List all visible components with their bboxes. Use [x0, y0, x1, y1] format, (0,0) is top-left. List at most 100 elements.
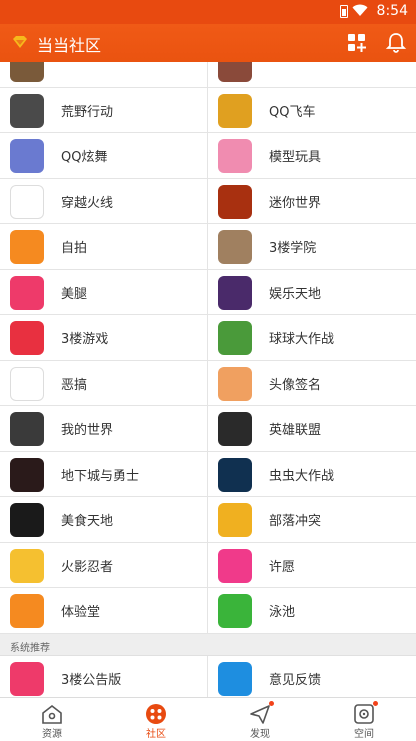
- board-row: 美腿 娱乐天地: [0, 269, 416, 315]
- leg-icon: [10, 275, 44, 310]
- board-row: QQ炫舞 模型玩具: [0, 133, 416, 179]
- board-item[interactable]: 泳池: [208, 588, 416, 633]
- community-icon: [146, 704, 166, 724]
- status-time: 8:54: [376, 3, 408, 19]
- board-item[interactable]: [208, 62, 416, 87]
- tab-label: 社区: [146, 729, 166, 740]
- board-item[interactable]: 球球大作战: [208, 315, 416, 360]
- board-item-label: 许愿: [269, 559, 296, 575]
- board-item[interactable]: 体验堂: [0, 588, 208, 633]
- notification-dot: [269, 701, 274, 706]
- add-board-icon[interactable]: [345, 31, 369, 55]
- dancer-game-icon: [10, 139, 44, 173]
- status-bar: 8:54: [0, 0, 416, 24]
- board-item-label: QQ飞车: [269, 104, 316, 120]
- tab-discover[interactable]: 发现: [208, 698, 312, 741]
- board-item[interactable]: 自拍: [0, 224, 208, 269]
- home-icon: [42, 704, 62, 724]
- tab-label: 资源: [42, 729, 62, 740]
- board-item[interactable]: 意见反馈: [208, 656, 416, 698]
- board-row: 地下城与勇士 虫虫大作战: [0, 451, 416, 497]
- board-item[interactable]: 头像签名: [208, 361, 416, 406]
- board-item-label: 英雄联盟: [269, 423, 322, 438]
- board-item-label: 意见反馈: [269, 672, 322, 688]
- board-item[interactable]: 虫虫大作战: [208, 452, 416, 497]
- board-item-label: 泳池: [269, 605, 296, 620]
- board-item[interactable]: 英雄联盟: [208, 406, 416, 451]
- board-item[interactable]: 美腿: [0, 269, 208, 315]
- board-item[interactable]: 火影忍者: [0, 542, 208, 588]
- board-item[interactable]: 荒野行动: [0, 87, 208, 133]
- board-item[interactable]: 模型玩具: [208, 133, 416, 178]
- meme-face-icon: [10, 366, 44, 401]
- discover-icon: [250, 705, 270, 724]
- board-item[interactable]: 穿越火线: [0, 178, 208, 224]
- app-bar: 当当社区: [0, 24, 416, 62]
- board-row: 3楼游戏 球球大作战: [0, 315, 416, 361]
- board-item[interactable]: 3楼公告版: [0, 655, 208, 697]
- page-title: 当当社区: [37, 36, 102, 55]
- mini-world-icon: [218, 184, 252, 219]
- board-item[interactable]: 迷你世界: [208, 179, 416, 224]
- board-item-label: 穿越火线: [61, 195, 114, 211]
- board-row: 美食天地 部落冲突: [0, 497, 416, 543]
- bell-icon[interactable]: [384, 31, 408, 55]
- board-item[interactable]: 许愿: [208, 543, 416, 588]
- board-item[interactable]: QQ飞车: [208, 88, 416, 133]
- board-row: 体验堂 泳池: [0, 588, 416, 634]
- board-item-label: QQ炫舞: [61, 150, 108, 165]
- board-item-label: 3楼公告版: [61, 672, 122, 688]
- tab-resources[interactable]: 资源: [0, 698, 104, 741]
- lifebuoy-icon: [218, 594, 252, 628]
- board-item-label: 自拍: [61, 241, 88, 256]
- wifi-icon: [352, 4, 368, 16]
- board-item[interactable]: QQ炫舞: [0, 133, 208, 178]
- camera-icon: [10, 230, 44, 264]
- mail-icon: [218, 661, 252, 696]
- battery-icon: [340, 5, 348, 18]
- board-item-label: 恶搞: [61, 377, 88, 393]
- eyeball-icon: [218, 457, 252, 492]
- game-cover-icon: [10, 62, 44, 82]
- notification-dot: [373, 701, 378, 706]
- board-item-label: 火影忍者: [61, 559, 114, 575]
- board-row: 荒野行动 QQ飞车: [0, 87, 416, 133]
- board-item-label: 美食天地: [61, 514, 114, 529]
- board-row: 自拍 3楼学院: [0, 224, 416, 270]
- board-item[interactable]: 恶搞: [0, 360, 208, 406]
- board-item-label: 部落冲突: [269, 514, 322, 529]
- lol-logo-icon: [218, 412, 252, 446]
- board-item-label: 娱乐天地: [269, 286, 322, 302]
- board-list[interactable]: 荒野行动 QQ飞车 QQ炫舞 模型玩具穿越火线 迷你世界自拍 3楼学院美腿 娱乐天地 3楼游戏…: [0, 62, 416, 697]
- food-icon: [10, 503, 44, 537]
- tab-label: 空间: [354, 729, 374, 740]
- model-toy-icon: [218, 139, 252, 173]
- crossfire-logo-icon: [10, 184, 44, 219]
- book-icon: [218, 230, 252, 264]
- tab-space[interactable]: 空间: [312, 698, 416, 741]
- board-item-label: 3楼游戏: [61, 332, 109, 347]
- board-item-label: 我的世界: [61, 423, 114, 438]
- board-item-label: 荒野行动: [61, 104, 114, 120]
- ball-game-icon: [218, 321, 252, 355]
- gameboy-icon: [10, 321, 44, 355]
- naruto-icon: [10, 548, 44, 583]
- tab-label: 发现: [250, 729, 270, 740]
- racer-game-icon: [218, 93, 252, 128]
- board-item[interactable]: 3楼游戏: [0, 315, 208, 360]
- tab-community[interactable]: 社区: [104, 698, 208, 741]
- board-item[interactable]: 地下城与勇士: [0, 451, 208, 497]
- board-item[interactable]: 我的世界: [0, 406, 208, 451]
- board-item-label: 头像签名: [269, 377, 322, 393]
- board-item-label: 地下城与勇士: [61, 468, 140, 484]
- heart-icon: [218, 548, 252, 583]
- board-item[interactable]: 美食天地: [0, 497, 208, 542]
- board-item[interactable]: 3楼学院: [208, 224, 416, 269]
- board-row: 恶搞 头像签名: [0, 360, 416, 406]
- photo-icon: [218, 62, 252, 82]
- board-item-label: 美腿: [61, 286, 88, 302]
- board-item[interactable]: 娱乐天地: [208, 270, 416, 315]
- avatar-cartoon-icon: [218, 366, 252, 401]
- board-item[interactable]: 部落冲突: [208, 497, 416, 542]
- board-item[interactable]: [0, 62, 208, 87]
